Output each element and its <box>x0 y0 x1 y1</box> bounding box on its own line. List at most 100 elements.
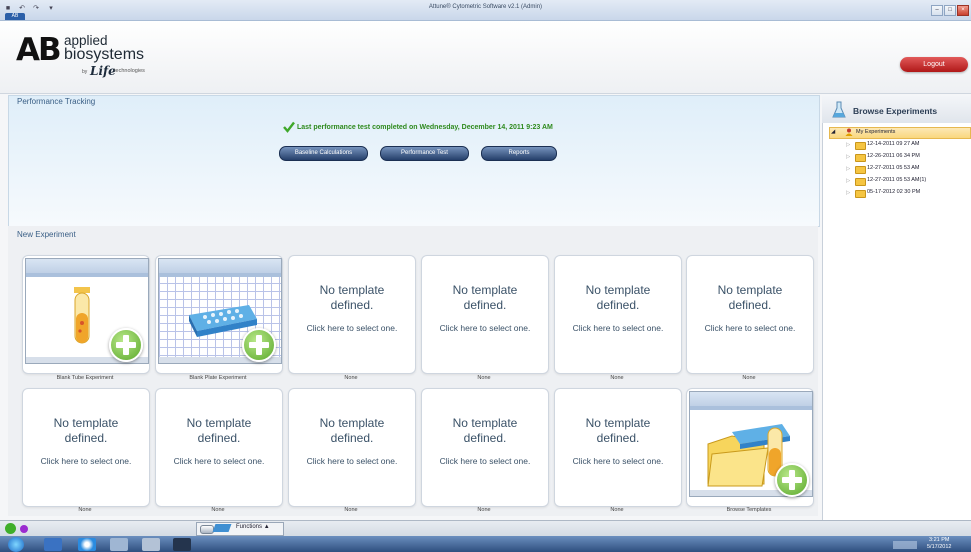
taskbar-app-icon[interactable] <box>44 538 62 551</box>
system-tray-icons[interactable] <box>893 541 917 549</box>
no-template-line2: defined. <box>463 298 507 312</box>
tree-folder-item[interactable]: 05-17-2012 02 30 PM <box>867 189 920 195</box>
taskbar-app-icon[interactable] <box>142 538 160 551</box>
tree-folder-item[interactable]: 12-14-2011 09 27 AM <box>867 141 920 147</box>
template-card-empty[interactable]: No template defined. Click here to select… <box>421 255 549 374</box>
template-card-empty[interactable]: No template defined. Click here to select… <box>288 255 416 374</box>
select-template-link: Click here to select one. <box>439 323 531 333</box>
logo-technologies-text: technologies <box>114 68 145 74</box>
user-icon <box>845 128 853 136</box>
card-caption: None <box>78 507 92 513</box>
checkmark-icon <box>283 121 295 133</box>
select-template-link: Click here to select one. <box>306 323 398 333</box>
card-caption: Blank Plate Experiment <box>189 375 247 381</box>
performance-tracking-panel <box>8 95 820 227</box>
new-experiment-title: New Experiment <box>17 230 76 239</box>
tree-expand-arrow-icon[interactable]: ▷ <box>846 190 850 196</box>
tree-expand-arrow-icon[interactable]: ▷ <box>846 178 850 184</box>
card-caption: None <box>610 375 624 381</box>
browse-experiments-title: Browse Experiments <box>853 106 938 116</box>
quick-access-undo-icon[interactable]: ↶ <box>17 4 27 13</box>
close-button[interactable]: × <box>957 5 969 16</box>
status-ok-icon <box>5 523 16 534</box>
template-card-empty[interactable]: No template defined. Click here to select… <box>288 388 416 507</box>
card-caption: None <box>344 375 358 381</box>
card-caption: None <box>211 507 225 513</box>
template-card-blank-tube[interactable] <box>22 255 150 374</box>
functions-label: Functions ▲ <box>236 524 270 530</box>
select-template-link: Click here to select one. <box>572 323 664 333</box>
select-template-link: Click here to select one. <box>704 323 796 333</box>
test-tube-icon <box>74 287 90 344</box>
card-caption: None <box>477 507 491 513</box>
tree-root-label: My Experiments <box>856 129 896 135</box>
template-card-blank-plate[interactable] <box>155 255 283 374</box>
tree-expand-arrow-icon[interactable]: ▷ <box>846 154 850 160</box>
card-caption: None <box>477 375 491 381</box>
template-card-empty[interactable]: No template defined. Click here to select… <box>686 255 814 374</box>
select-template-link: Click here to select one. <box>439 456 531 466</box>
template-card-empty[interactable]: No template defined. Click here to select… <box>22 388 150 507</box>
logo-life-text: Life <box>90 64 116 78</box>
performance-tracking-title: Performance Tracking <box>17 97 96 106</box>
minimize-button[interactable]: – <box>931 5 943 16</box>
no-template-line1: No template <box>53 416 119 430</box>
ie-icon[interactable] <box>78 538 96 551</box>
no-template-line2: defined. <box>596 431 640 445</box>
template-card-browse-templates[interactable] <box>686 388 814 507</box>
folder-icon <box>855 178 866 186</box>
tree-folder-item[interactable]: 12-26-2011 06 34 PM <box>867 153 920 159</box>
tree-folder-item[interactable]: 12-27-2011 05 53 AM(1) <box>867 177 926 183</box>
tree-folder-item[interactable]: 12-27-2011 05 53 AM <box>867 165 920 171</box>
logo-ab-mark: AB <box>16 32 62 68</box>
app-header <box>0 21 971 94</box>
no-template-line2: defined. <box>197 431 241 445</box>
template-card-empty[interactable]: No template defined. Click here to select… <box>554 388 682 507</box>
taskbar-app-icon[interactable] <box>110 538 128 551</box>
quick-access-save-icon[interactable]: ■ <box>3 4 13 13</box>
tube-mini-icon <box>200 525 214 534</box>
tree-expand-arrow-icon[interactable]: ▷ <box>846 142 850 148</box>
select-template-link: Click here to select one. <box>40 456 132 466</box>
logo-by-text: by <box>82 69 88 75</box>
template-card-empty[interactable]: No template defined. Click here to select… <box>421 388 549 507</box>
no-template-line1: No template <box>452 416 518 430</box>
card-caption: None <box>742 375 756 381</box>
tree-expand-arrow-icon[interactable]: ▷ <box>846 166 850 172</box>
status-indicator-icon <box>20 525 28 533</box>
template-card-empty[interactable]: No template defined. Click here to select… <box>554 255 682 374</box>
plate-mini-icon <box>212 524 232 532</box>
no-template-line1: No template <box>717 283 783 297</box>
quick-access-redo-icon[interactable]: ↷ <box>31 4 41 13</box>
template-card-empty[interactable]: No template defined. Click here to select… <box>155 388 283 507</box>
baseline-calculations-button[interactable]: Baseline Calculations <box>279 146 368 161</box>
performance-test-button[interactable]: Performance Test <box>380 146 469 161</box>
clock-date: 5/17/2012 <box>927 544 952 550</box>
reports-button[interactable]: Reports <box>481 146 557 161</box>
quick-access-menu-icon[interactable]: ▾ <box>46 4 56 13</box>
no-template-line1: No template <box>452 283 518 297</box>
no-template-line1: No template <box>186 416 252 430</box>
taskbar-attune-icon[interactable] <box>173 538 191 551</box>
taskbar-clock[interactable]: 3:21 PM 5/17/2012 <box>927 537 951 551</box>
logo-biosystems-text: biosystems <box>64 46 145 63</box>
maximize-button[interactable]: □ <box>944 5 956 16</box>
no-template-line1: No template <box>585 416 651 430</box>
tree-collapse-arrow-icon[interactable]: ◢ <box>831 129 835 135</box>
no-template-line2: defined. <box>463 431 507 445</box>
status-bar <box>0 520 971 537</box>
plate-icon <box>189 305 257 337</box>
logout-button[interactable]: Logout <box>900 57 968 72</box>
folder-icon <box>855 142 866 150</box>
folder-icon <box>855 190 866 198</box>
card-caption: Browse Templates <box>726 507 772 513</box>
app-menu-tab[interactable]: AB <box>5 13 25 20</box>
start-button-icon[interactable] <box>8 537 24 552</box>
select-template-link: Click here to select one. <box>572 456 664 466</box>
select-template-link: Click here to select one. <box>173 456 265 466</box>
title-bar: Attune® Cytometric Software v2.1 (Admin) <box>0 0 971 21</box>
add-icon <box>775 463 809 497</box>
no-template-line1: No template <box>319 283 385 297</box>
add-icon <box>109 328 143 362</box>
no-template-line1: No template <box>585 283 651 297</box>
